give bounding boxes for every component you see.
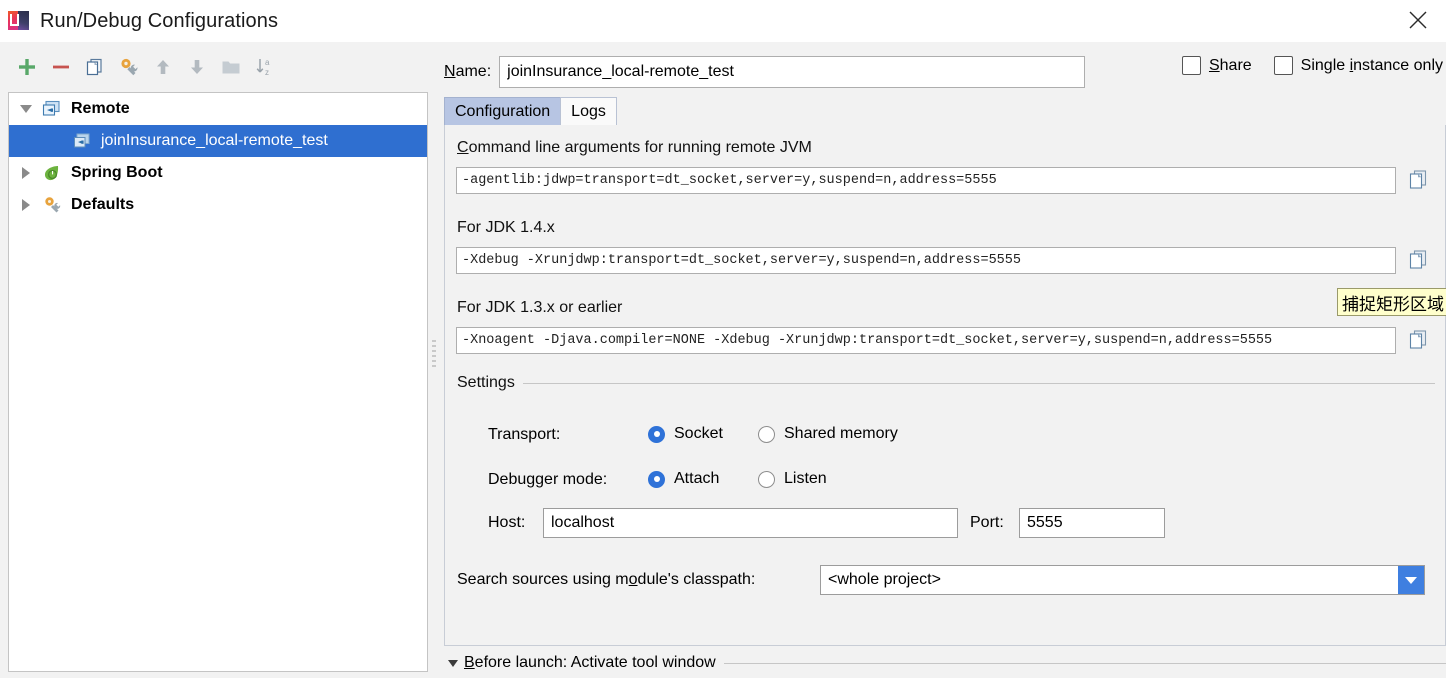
- tree-node-label: joinInsurance_local-remote_test: [101, 132, 328, 150]
- tab-logs[interactable]: Logs: [560, 97, 617, 125]
- move-down-button[interactable]: [180, 50, 214, 84]
- options-checkbox-group: Share Single instance only: [1182, 56, 1443, 75]
- copy-jdk14-icon[interactable]: [1407, 248, 1429, 272]
- radio-dot: [648, 471, 665, 488]
- before-launch-label: Before launch: Activate tool window: [464, 654, 716, 672]
- intellij-idea-icon: [8, 10, 30, 32]
- close-icon[interactable]: [1396, 3, 1440, 37]
- chevron-down-icon[interactable]: [446, 656, 460, 670]
- checkbox-box: [1274, 56, 1293, 75]
- chevron-down-icon[interactable]: [15, 98, 37, 120]
- jdk13-label: For JDK 1.3.x or earlier: [457, 299, 622, 317]
- port-label: Port:: [970, 514, 1004, 532]
- capture-region-tooltip: 捕捉矩形区域: [1337, 288, 1446, 316]
- transport-socket-label: Socket: [674, 425, 723, 443]
- copy-jdk13-icon[interactable]: [1407, 328, 1429, 352]
- configuration-editor-pane: Name: Share Single instance only Configu…: [439, 42, 1446, 678]
- transport-socket-radio[interactable]: Socket: [648, 425, 723, 443]
- chevron-right-icon[interactable]: [15, 162, 37, 184]
- host-input[interactable]: [543, 508, 958, 538]
- before-launch-divider: [724, 663, 1446, 664]
- single-instance-only-checkbox[interactable]: Single instance only: [1274, 56, 1443, 75]
- copy-configuration-button[interactable]: [78, 50, 112, 84]
- share-checkbox[interactable]: Share: [1182, 56, 1252, 75]
- title-bar: Run/Debug Configurations: [0, 0, 1446, 42]
- tree-node-label: Spring Boot: [71, 164, 163, 182]
- remove-configuration-button[interactable]: [44, 50, 78, 84]
- name-input[interactable]: [499, 56, 1085, 88]
- host-label: Host:: [488, 514, 525, 532]
- jdk14-label: For JDK 1.4.x: [457, 219, 555, 237]
- debugger-mode-listen-radio[interactable]: Listen: [758, 470, 827, 488]
- jdk14-input[interactable]: [456, 247, 1396, 274]
- defaults-icon: [41, 194, 63, 216]
- svg-text:a: a: [265, 58, 270, 67]
- chevron-down-icon[interactable]: [1398, 566, 1424, 594]
- transport-shared-memory-label: Shared memory: [784, 425, 898, 443]
- add-configuration-button[interactable]: [10, 50, 44, 84]
- window-title: Run/Debug Configurations: [40, 10, 278, 33]
- edit-defaults-button[interactable]: [112, 50, 146, 84]
- configuration-tab-panel: Command line arguments for running remot…: [444, 125, 1446, 646]
- debugger-mode-label: Debugger mode:: [488, 471, 607, 489]
- tree-node-label: Remote: [71, 100, 130, 118]
- settings-group-divider: [523, 383, 1435, 384]
- classpath-combobox[interactable]: <whole project>: [820, 565, 1425, 595]
- single-instance-label: Single instance only: [1301, 57, 1443, 75]
- configurations-pane: a z Remote: [0, 42, 434, 678]
- editor-tabs: Configuration Logs: [444, 98, 1446, 126]
- remote-icon: [41, 98, 63, 120]
- classpath-value: <whole project>: [821, 571, 1398, 589]
- create-folder-button[interactable]: [214, 50, 248, 84]
- settings-group-label: Settings: [457, 374, 522, 392]
- classpath-label: Search sources using module's classpath:: [457, 571, 755, 589]
- debugger-mode-listen-label: Listen: [784, 470, 827, 488]
- share-label: Share: [1209, 57, 1252, 75]
- move-up-button[interactable]: [146, 50, 180, 84]
- port-input[interactable]: [1019, 508, 1165, 538]
- tab-configuration[interactable]: Configuration: [444, 97, 561, 125]
- radio-dot: [648, 426, 665, 443]
- splitter-grip: [432, 340, 436, 368]
- tree-node-joininsurance-local-remote-test[interactable]: joinInsurance_local-remote_test: [9, 125, 427, 157]
- cmdline-label: Command line arguments for running remot…: [457, 139, 812, 157]
- before-launch-section: Before launch: Activate tool window: [444, 648, 1446, 678]
- name-label: Name:: [444, 63, 491, 81]
- debugger-mode-attach-radio[interactable]: Attach: [648, 470, 719, 488]
- debugger-mode-attach-label: Attach: [674, 470, 719, 488]
- checkbox-box: [1182, 56, 1201, 75]
- jdk13-input[interactable]: [456, 327, 1396, 354]
- sort-alphabetically-button[interactable]: a z: [248, 50, 282, 84]
- transport-shared-memory-radio[interactable]: Shared memory: [758, 425, 898, 443]
- run-debug-configurations-dialog: Run/Debug Configurations: [0, 0, 1446, 678]
- tree-node-remote[interactable]: Remote: [9, 93, 427, 125]
- radio-dot: [758, 471, 775, 488]
- copy-cmdline-icon[interactable]: [1407, 168, 1429, 192]
- chevron-right-icon[interactable]: [15, 194, 37, 216]
- remote-config-icon: [71, 130, 93, 152]
- radio-dot: [758, 426, 775, 443]
- tree-node-spring-boot[interactable]: Spring Boot: [9, 157, 427, 189]
- tree-node-label: Defaults: [71, 196, 134, 214]
- pane-splitter[interactable]: [429, 42, 439, 678]
- tree-node-defaults[interactable]: Defaults: [9, 189, 427, 221]
- spring-boot-icon: [41, 162, 63, 184]
- configurations-toolbar: a z: [0, 42, 434, 92]
- cmdline-input[interactable]: [456, 167, 1396, 194]
- configurations-tree[interactable]: Remote joinInsurance_local-remote_test: [8, 92, 428, 672]
- transport-label: Transport:: [488, 426, 560, 444]
- svg-text:z: z: [265, 68, 269, 77]
